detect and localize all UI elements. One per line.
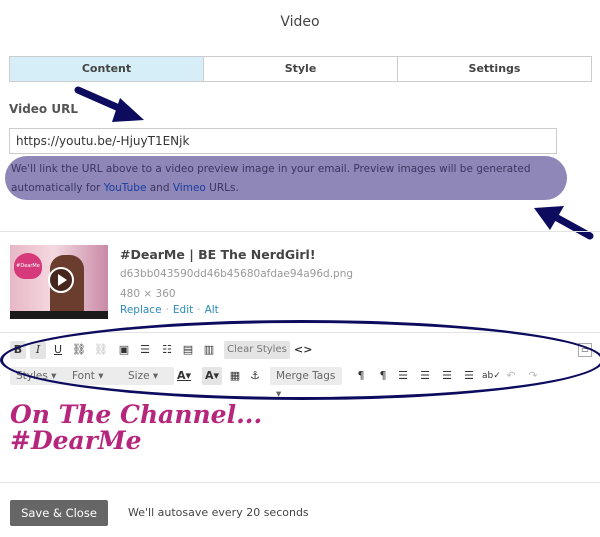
tab-style[interactable]: Style — [204, 57, 398, 81]
autosave-note: We'll autosave every 20 seconds — [128, 506, 309, 519]
annotation-arrow-down-right-icon — [74, 86, 144, 122]
dialog-title: Video — [280, 14, 320, 30]
vimeo-link[interactable]: Vimeo — [173, 182, 206, 194]
divider — [0, 231, 600, 232]
divider — [0, 482, 600, 483]
youtube-link[interactable]: YouTube — [104, 182, 147, 194]
alt-link[interactable]: Alt — [205, 304, 219, 316]
video-title: #DearMe | BE The NerdGirl! — [120, 247, 316, 262]
hint-text-after: URLs. — [205, 182, 239, 194]
separator: · — [165, 304, 169, 316]
thumbnail-bar — [10, 311, 108, 319]
video-url-label: Video URL — [9, 102, 78, 116]
annotation-arrow-up-left-icon — [534, 206, 594, 240]
heart-icon: #DearMe — [14, 253, 42, 279]
video-dimensions: 480 × 360 — [120, 288, 176, 300]
video-url-input[interactable] — [9, 128, 557, 154]
video-actions: Replace · Edit · Alt — [120, 304, 219, 316]
play-icon — [48, 267, 74, 293]
video-filename: d63bb043590dd46b45680afdae94a96d.png — [120, 268, 354, 280]
hint-text-before: We'll link the URL above to a video prev… — [11, 163, 531, 194]
editor-content[interactable]: On The Channel... #DearMe — [10, 402, 262, 454]
replace-link[interactable]: Replace — [120, 304, 162, 316]
edit-link[interactable]: Edit — [173, 304, 193, 316]
tab-bar: Content Style Settings — [9, 56, 592, 82]
editor-line-2: #DearMe — [10, 426, 142, 455]
editor-line-1: On The Channel... — [10, 400, 263, 429]
hint-text-middle: and — [146, 182, 173, 194]
annotation-ellipse — [0, 320, 600, 400]
video-thumbnail[interactable]: #DearMe — [10, 245, 108, 319]
separator: · — [197, 304, 201, 316]
tab-settings[interactable]: Settings — [398, 57, 591, 81]
tab-content[interactable]: Content — [10, 57, 204, 81]
save-close-button[interactable]: Save & Close — [10, 500, 108, 526]
url-hint-text: We'll link the URL above to a video prev… — [5, 156, 567, 200]
